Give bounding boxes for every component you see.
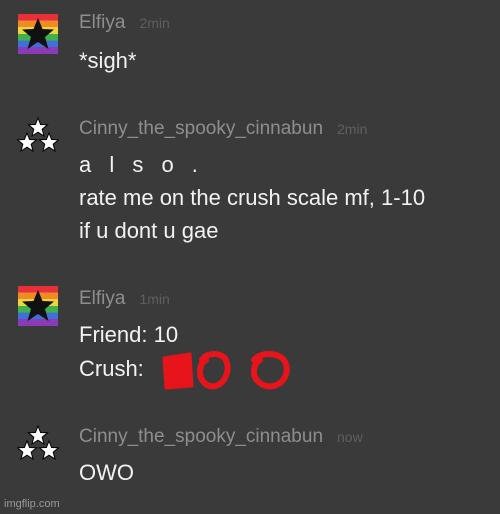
message-text: a l s o . <box>79 152 204 177</box>
message-header: Cinny_the_spooky_cinnabun now <box>79 426 363 448</box>
message-text: if u dont u gae <box>79 218 219 243</box>
three-stars-avatar[interactable] <box>16 116 60 158</box>
message-header: Cinny_the_spooky_cinnabun 2min <box>79 118 367 140</box>
three-stars-icon <box>16 116 60 153</box>
three-stars-icon <box>16 424 60 461</box>
timestamp: 1min <box>139 291 170 307</box>
rainbow-star-avatar[interactable] <box>18 286 58 326</box>
message-text: *sigh* <box>79 48 137 73</box>
message-text: Friend: 10 <box>79 322 179 347</box>
three-stars-avatar[interactable] <box>16 424 60 466</box>
message-text: OWO <box>79 460 134 485</box>
username[interactable]: Elfiya <box>79 288 125 309</box>
red-scribble-drawing <box>162 351 290 390</box>
username[interactable]: Cinny_the_spooky_cinnabun <box>79 118 323 139</box>
timestamp: 2min <box>337 121 368 137</box>
star-icon <box>22 290 54 321</box>
timestamp: now <box>337 429 363 445</box>
username[interactable]: Elfiya <box>79 12 125 33</box>
message-header: Elfiya 2min <box>79 12 170 34</box>
message-text: rate me on the crush scale mf, 1-10 <box>79 185 426 210</box>
watermark: imgflip.com <box>4 498 60 510</box>
username[interactable]: Cinny_the_spooky_cinnabun <box>79 426 323 447</box>
star-icon <box>22 18 54 49</box>
message-header: Elfiya 1min <box>79 288 170 310</box>
rainbow-star-avatar[interactable] <box>18 14 58 54</box>
message-text: Crush: <box>79 356 144 381</box>
timestamp: 2min <box>139 15 170 31</box>
